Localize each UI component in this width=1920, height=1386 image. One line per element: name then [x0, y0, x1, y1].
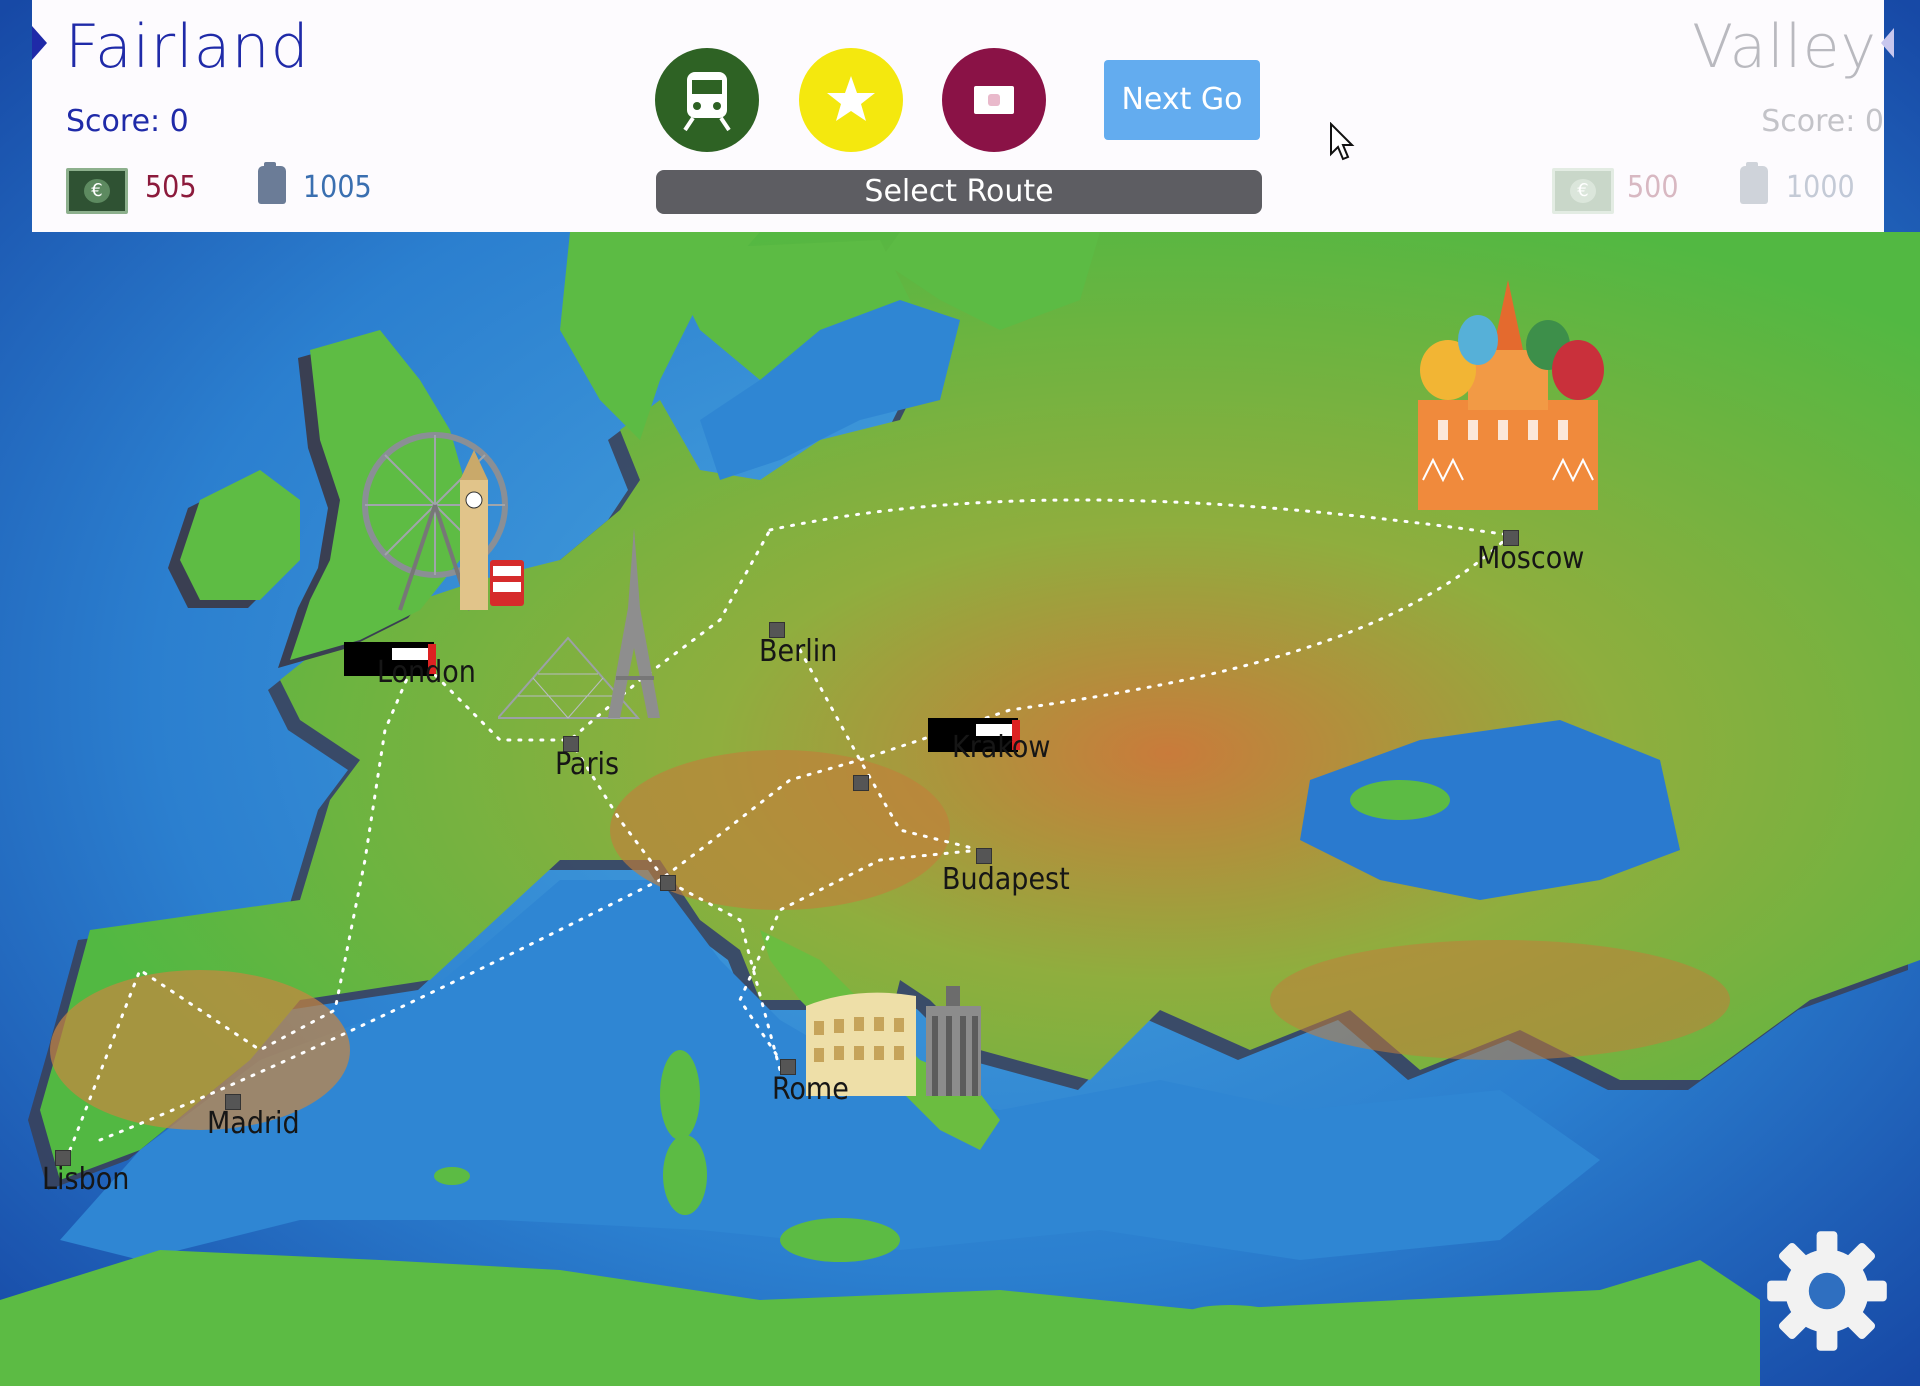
- money-icon: €: [66, 168, 128, 214]
- city-label-moscow[interactable]: Moscow: [1477, 541, 1584, 576]
- player1-money: 505: [145, 170, 197, 205]
- city-label-lisbon[interactable]: Lisbon: [42, 1162, 129, 1197]
- mouse-cursor-icon: [1330, 122, 1355, 161]
- city-label-rome[interactable]: Rome: [772, 1072, 849, 1107]
- star-icon: [827, 76, 875, 121]
- card-button[interactable]: [942, 48, 1046, 152]
- city-label-budapest[interactable]: Budapest: [942, 862, 1070, 897]
- route-status-bar: Select Route: [656, 170, 1262, 214]
- player1-score: Score: 0: [66, 104, 189, 139]
- money-icon-p2: €: [1552, 168, 1614, 214]
- next-go-button[interactable]: Next Go: [1104, 60, 1260, 140]
- fuel-icon: [258, 162, 286, 204]
- train-icon: [683, 72, 731, 132]
- player2-name: Valley: [1692, 12, 1877, 82]
- player1-fuel: 1005: [303, 170, 372, 205]
- city-node-junction-b[interactable]: [660, 875, 676, 891]
- player1-name: Fairland: [65, 12, 310, 82]
- player2-score: Score: 0: [1761, 104, 1884, 139]
- ticket-icon: [974, 86, 1014, 114]
- st-basils-cathedral-icon: [1418, 280, 1604, 510]
- city-label-london[interactable]: London: [377, 655, 476, 690]
- fuel-icon-p2: [1740, 162, 1768, 204]
- city-label-madrid[interactable]: Madrid: [207, 1106, 300, 1141]
- inactive-player-indicator-icon: [1881, 28, 1894, 58]
- city-node-junction-a[interactable]: [853, 775, 869, 791]
- player2-fuel: 1000: [1786, 170, 1855, 205]
- star-button[interactable]: [799, 48, 903, 152]
- eiffel-louvre-icon: [498, 528, 660, 719]
- gear-icon[interactable]: [1762, 1226, 1892, 1356]
- active-player-indicator-icon: [32, 26, 47, 60]
- player2-money: 500: [1627, 170, 1679, 205]
- train-button[interactable]: [655, 48, 759, 152]
- city-label-paris[interactable]: Paris: [555, 747, 619, 782]
- city-label-krakow[interactable]: Krakow: [952, 730, 1050, 765]
- city-label-berlin[interactable]: Berlin: [759, 634, 837, 669]
